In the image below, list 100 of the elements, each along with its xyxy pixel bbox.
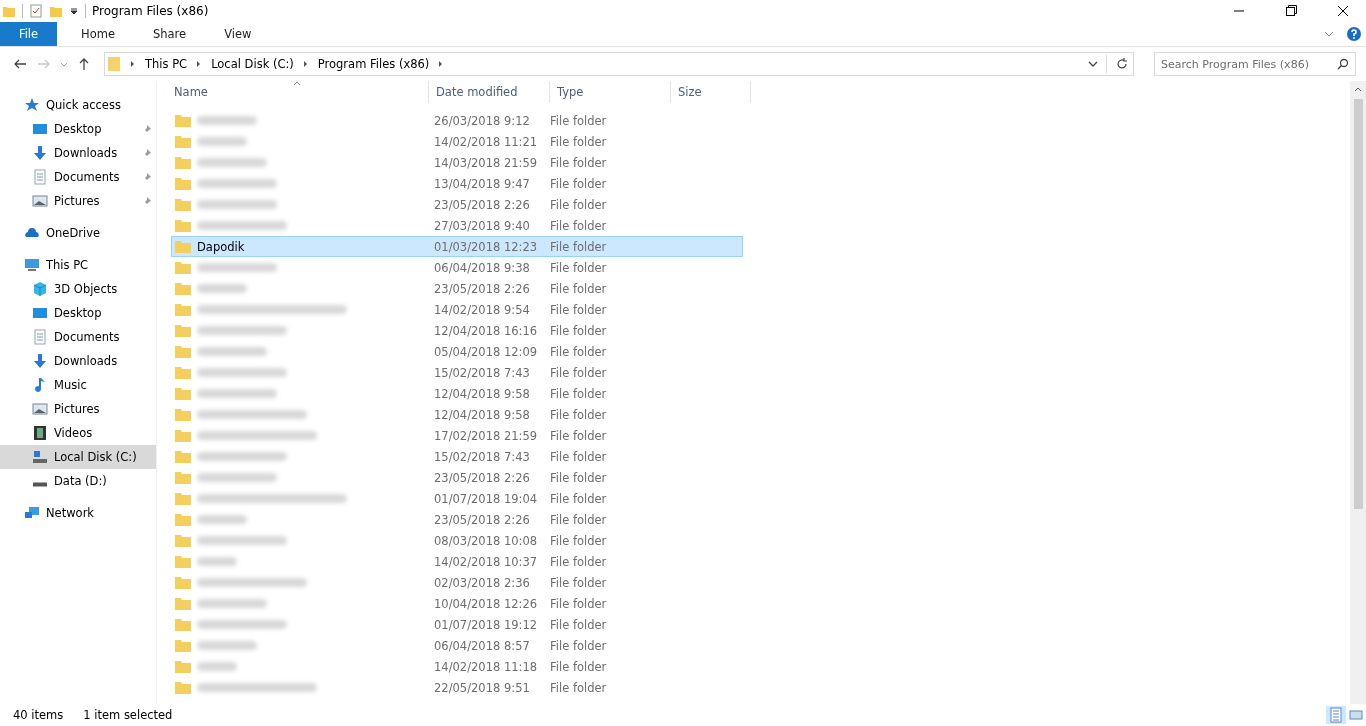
breadcrumb[interactable]: Program Files (x86) <box>317 57 430 71</box>
dropdown-icon[interactable] <box>69 6 79 16</box>
search-field[interactable]: Search Program Files (x86) <box>1154 52 1356 76</box>
file-row[interactable]: 14/02/2018 11:21 File folder <box>171 131 743 152</box>
type-cell-text: File folder <box>549 575 608 590</box>
item-count: 40 items <box>13 708 64 722</box>
search-icon[interactable] <box>1337 58 1349 70</box>
file-row[interactable]: 10/04/2018 12:26 File folder <box>171 593 743 614</box>
file-row[interactable]: 22/05/2018 9:51 File folder <box>171 677 743 698</box>
file-row[interactable]: 12/04/2018 16:16 File folder <box>171 320 743 341</box>
date-cell-text: 14/02/2018 9:54 <box>433 302 531 317</box>
sidebar-item[interactable]: Documents <box>0 165 156 189</box>
address-bar[interactable]: This PC Local Disk (C:) Program Files (x86) <box>104 52 1134 76</box>
file-row[interactable]: 23/05/2018 2:26 File folder <box>171 509 743 530</box>
chevron-right-icon[interactable] <box>438 60 445 68</box>
dropdown-icon[interactable] <box>1088 59 1098 69</box>
file-row[interactable]: 14/02/2018 11:18 File folder <box>171 656 743 677</box>
file-row[interactable]: 12/04/2018 9:58 File folder <box>171 404 743 425</box>
date-cell-text: 27/03/2018 9:40 <box>433 218 531 233</box>
sidebar-item[interactable]: Quick access <box>0 93 156 117</box>
file-row[interactable]: 05/04/2018 12:09 File folder <box>171 341 743 362</box>
date-cell-text: 10/04/2018 12:26 <box>433 596 539 611</box>
sidebar-item[interactable]: This PC <box>0 253 156 277</box>
sidebar-item[interactable]: Pictures <box>0 189 156 213</box>
film-icon <box>32 425 48 441</box>
file-row[interactable]: 14/02/2018 9:54 File folder <box>171 299 743 320</box>
file-row[interactable]: 15/02/2018 7:43 File folder <box>171 446 743 467</box>
type-cell-text: File folder <box>549 302 608 317</box>
file-row[interactable]: 06/04/2018 9:38 File folder <box>171 257 743 278</box>
sidebar-item[interactable]: Videos <box>0 421 156 445</box>
sidebar-item[interactable]: Desktop <box>0 117 156 141</box>
ribbon-tab[interactable]: Home <box>67 22 129 46</box>
column-header[interactable]: Name <box>167 81 429 103</box>
sidebar-item[interactable]: Downloads <box>0 349 156 373</box>
column-header[interactable]: Size <box>671 81 751 103</box>
type-cell-text: File folder <box>549 176 608 191</box>
ribbon-tab[interactable]: View <box>210 22 266 46</box>
sidebar-item[interactable]: 3D Objects <box>0 277 156 301</box>
ribbon-tab[interactable]: File <box>0 22 57 46</box>
file-row[interactable]: 23/05/2018 2:26 File folder <box>171 194 743 215</box>
date-cell-text: 12/04/2018 9:58 <box>433 386 531 401</box>
file-row[interactable]: Dapodik 01/03/2018 12:23 File folder <box>171 236 743 257</box>
type-cell-text: File folder <box>549 386 608 401</box>
folder-icon <box>175 513 191 526</box>
sidebar-item[interactable]: Pictures <box>0 397 156 421</box>
ribbon-tab[interactable]: Share <box>138 22 201 46</box>
folder-icon <box>175 303 191 316</box>
refresh-icon[interactable] <box>1115 57 1129 71</box>
properties-icon[interactable] <box>29 4 43 18</box>
file-row[interactable]: 08/03/2018 10:08 File folder <box>171 530 743 551</box>
file-row[interactable]: 23/05/2018 2:26 File folder <box>171 467 743 488</box>
column-header[interactable]: Type <box>550 81 671 103</box>
details-view-icon[interactable] <box>1326 706 1346 724</box>
file-row[interactable]: 12/04/2018 9:58 File folder <box>171 383 743 404</box>
file-row[interactable]: 01/07/2018 19:04 File folder <box>171 488 743 509</box>
sidebar-item[interactable]: Desktop <box>0 301 156 325</box>
breadcrumb[interactable]: This PC <box>145 57 188 71</box>
help-icon[interactable] <box>1346 26 1362 42</box>
chevron-icon[interactable] <box>1324 29 1334 39</box>
file-row[interactable]: 14/02/2018 10:37 File folder <box>171 551 743 572</box>
folder-icon <box>175 408 191 421</box>
file-row[interactable]: 26/03/2018 9:12 File folder <box>171 110 743 131</box>
sidebar-item[interactable]: Documents <box>0 325 156 349</box>
file-row[interactable]: 27/03/2018 9:40 File folder <box>171 215 743 236</box>
date-cell-text: 14/02/2018 11:18 <box>433 659 539 674</box>
file-row[interactable]: 23/05/2018 2:26 File folder <box>171 278 743 299</box>
sidebar-item[interactable]: OneDrive <box>0 221 156 245</box>
network-icon <box>24 505 40 521</box>
file-row[interactable]: 02/03/2018 2:36 File folder <box>171 572 743 593</box>
type-cell-text: File folder <box>549 428 608 443</box>
sidebar-item[interactable]: Data (D:) <box>0 469 156 493</box>
file-row[interactable]: 01/07/2018 19:12 File folder <box>171 614 743 635</box>
desktop-icon <box>32 121 48 137</box>
recent-dropdown-icon[interactable] <box>60 60 68 68</box>
sidebar-item[interactable]: Music <box>0 373 156 397</box>
sidebar-item[interactable]: Network <box>0 501 156 525</box>
breadcrumb[interactable]: Local Disk (C:) <box>211 57 294 71</box>
file-row[interactable]: 14/03/2018 21:59 File folder <box>171 152 743 173</box>
sidebar-item[interactable]: Downloads <box>0 141 156 165</box>
scroll-up-icon[interactable] <box>1353 85 1363 93</box>
file-row[interactable]: 17/02/2018 21:59 File folder <box>171 425 743 446</box>
file-row[interactable]: 13/04/2018 9:47 File folder <box>171 173 743 194</box>
file-row[interactable]: 15/02/2018 7:43 File folder <box>171 362 743 383</box>
chevron-right-icon[interactable] <box>130 60 136 68</box>
column-header[interactable]: Date modified <box>429 81 550 103</box>
folder-icon <box>175 597 191 610</box>
folder-icon <box>175 660 191 673</box>
folder-icon <box>175 534 191 547</box>
chevron-right-icon[interactable] <box>196 60 203 68</box>
folder-icon <box>175 156 191 169</box>
sidebar-item[interactable]: Local Disk (C:) <box>0 445 156 469</box>
type-cell-text: File folder <box>549 407 608 422</box>
date-cell-text: 15/02/2018 7:43 <box>433 365 531 380</box>
scrollbar[interactable] <box>1350 81 1366 704</box>
document-icon <box>32 169 48 185</box>
folder-icon <box>175 576 191 589</box>
chevron-right-icon[interactable] <box>302 60 309 68</box>
file-row[interactable]: 06/04/2018 8:57 File folder <box>171 635 743 656</box>
date-cell-text: 01/07/2018 19:12 <box>433 617 539 632</box>
date-cell-text: 14/03/2018 21:59 <box>433 155 539 170</box>
